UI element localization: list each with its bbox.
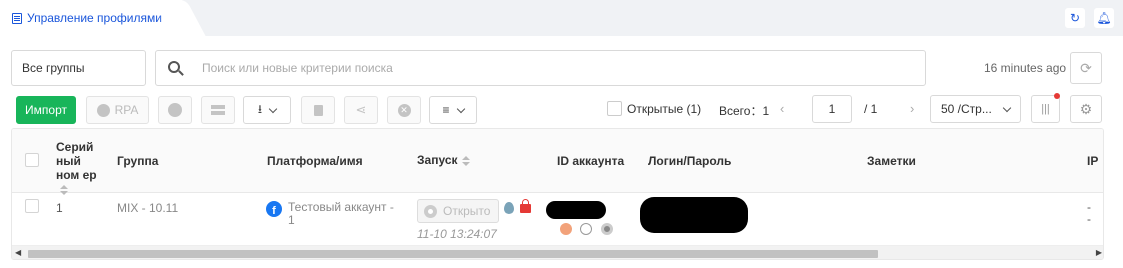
trash-icon <box>313 104 323 116</box>
search-box[interactable] <box>155 50 926 86</box>
rpa-label: RPA <box>114 103 139 117</box>
location-icon <box>560 223 572 235</box>
last-updated: 16 minutes ago <box>984 61 1067 75</box>
notification-dot <box>1054 93 1060 99</box>
row-group: MIX - 10.11 <box>117 201 179 215</box>
chevron-down-icon <box>1002 103 1012 112</box>
page-total: / 1 <box>864 102 878 116</box>
per-page-value: 50 /Стр... <box>941 102 992 116</box>
menu-icon: ≡ <box>442 103 450 117</box>
header-login: Логин/Пароль <box>648 154 732 168</box>
horizontal-scrollbar[interactable]: ◀ ▶ <box>12 245 1103 259</box>
open-only-label: Открытые (1) <box>627 102 702 116</box>
close-icon: ✕ <box>397 103 411 117</box>
share-button[interactable]: ⋖ <box>344 96 378 124</box>
sort-icon[interactable] <box>462 156 470 166</box>
robot-icon <box>96 103 110 117</box>
open-profile-button[interactable]: Открыто <box>417 199 499 223</box>
scroll-right-icon[interactable]: ▶ <box>1096 248 1102 257</box>
launch-time: 11-10 13:24:07 <box>417 227 497 241</box>
header-serial[interactable]: Серий ный ном ер <box>56 140 106 196</box>
reload-icon[interactable]: ↻ <box>1065 8 1085 28</box>
columns-button[interactable]: ||| <box>1031 95 1060 123</box>
login-redacted <box>640 197 748 233</box>
start-button[interactable] <box>158 96 192 124</box>
gear-icon: ⚙ <box>1079 100 1093 117</box>
row-platform-name: Тестовый аккаунт - 1 <box>288 200 394 227</box>
bell-icon[interactable]: 🔔︎ <box>1094 8 1114 28</box>
prev-page-icon[interactable]: ‹ <box>780 101 784 116</box>
chevron-down-icon <box>268 104 278 113</box>
share-icon: ⋖ <box>355 102 367 117</box>
refresh-button[interactable]: ⟳ <box>1070 52 1102 84</box>
tab-label: Управление профилями <box>27 11 162 25</box>
header-notes: Заметки <box>867 154 916 168</box>
chevron-down-icon <box>456 104 465 113</box>
close-all-button[interactable]: ✕ <box>387 96 421 124</box>
export-dropdown[interactable]: ⭳ <box>243 96 291 124</box>
header-platform: Платформа/имя <box>267 154 363 168</box>
next-page-icon[interactable]: › <box>910 101 914 116</box>
more-dropdown[interactable]: ≡ <box>429 96 477 124</box>
row-checkbox[interactable] <box>25 199 39 213</box>
account-id-redacted <box>546 201 606 219</box>
play-icon <box>168 103 182 117</box>
header-ip: IP <box>1087 154 1099 168</box>
browser-icon <box>424 204 437 218</box>
row-ip: - - <box>1087 200 1091 226</box>
row-serial: 1 <box>56 201 63 215</box>
search-input[interactable] <box>202 61 902 75</box>
header-account-id: ID аккаунта <box>557 154 625 168</box>
import-button[interactable]: Импорт <box>16 96 76 124</box>
select-all-checkbox[interactable] <box>25 153 39 167</box>
page-input[interactable]: 1 <box>812 95 852 123</box>
scroll-left-icon[interactable]: ◀ <box>15 248 21 257</box>
table-header: Серий ный ном ер Группа Платформа/имя За… <box>12 129 1103 196</box>
target-icon <box>601 223 613 235</box>
tab-profile-management[interactable]: Управление профилями <box>0 0 182 36</box>
profiles-table: Серий ный ном ер Группа Платформа/имя За… <box>11 128 1104 260</box>
open-label: Открыто <box>443 204 491 218</box>
download-icon: ⭳ <box>257 101 263 116</box>
total-count: Всего：1 <box>719 104 770 118</box>
header-launch[interactable]: Запуск <box>417 153 470 167</box>
group-move-button[interactable] <box>201 96 235 124</box>
facebook-icon: f <box>266 201 282 217</box>
delete-button[interactable] <box>301 96 335 124</box>
sort-icon[interactable] <box>60 185 68 195</box>
columns-icon: ||| <box>1041 103 1050 115</box>
layers-icon <box>211 105 225 115</box>
lock-icon <box>520 199 531 213</box>
settings-button[interactable]: ⚙ <box>1070 95 1102 123</box>
search-icon <box>168 61 180 73</box>
sync-icon: ⟳ <box>1080 59 1092 76</box>
group-select[interactable]: Все группы <box>11 50 146 86</box>
water-drop-icon <box>504 202 514 214</box>
rpa-button[interactable]: RPA <box>86 96 149 124</box>
fingerprint-icon <box>580 223 592 235</box>
scroll-thumb[interactable] <box>28 250 878 258</box>
open-only-checkbox[interactable] <box>607 101 622 116</box>
header-group: Группа <box>117 154 159 168</box>
document-icon <box>12 12 22 24</box>
per-page-select[interactable]: 50 /Стр... <box>930 95 1021 123</box>
tab-bar: Управление профилями ↻ 🔔︎ <box>0 0 1123 36</box>
